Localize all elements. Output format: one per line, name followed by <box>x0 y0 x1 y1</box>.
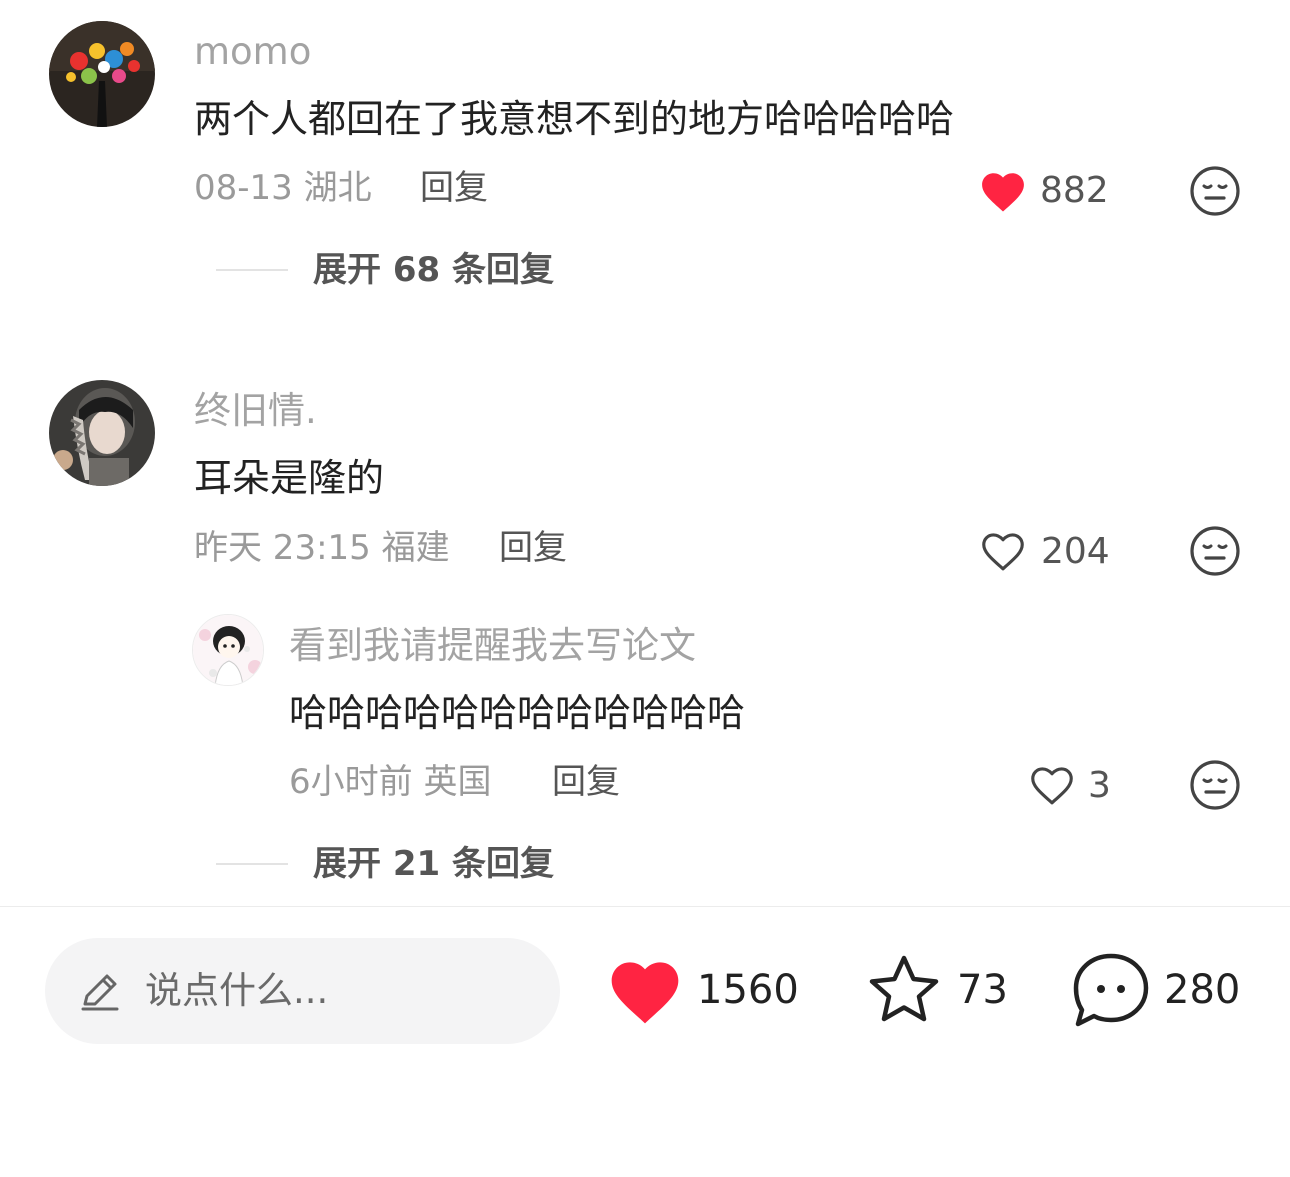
heart-outline-icon[interactable] <box>977 527 1029 573</box>
pencil-icon <box>79 970 121 1016</box>
reply-button[interactable]: 回复 <box>420 171 488 205</box>
comment-bubble-icon[interactable] <box>1070 950 1152 1030</box>
expand-divider-line <box>216 863 288 865</box>
reply-username[interactable]: 看到我请提醒我去写论文 <box>289 627 696 664</box>
expand-divider-line <box>216 269 288 271</box>
star-outline-icon[interactable] <box>864 952 944 1028</box>
bottom-bar-divider <box>0 906 1290 907</box>
flower-bouquet-avatar[interactable] <box>49 21 155 127</box>
post-like-count: 1560 <box>697 967 799 1013</box>
comment-text: 耳朵是隆的 <box>194 456 385 500</box>
reply-button[interactable]: 回复 <box>499 531 567 565</box>
like-button[interactable] <box>605 952 685 1026</box>
post-comment-count: 280 <box>1164 967 1241 1013</box>
dislike-face-icon[interactable] <box>1189 525 1241 577</box>
expand-replies-label: 展开 21 条回复 <box>313 844 554 884</box>
comment-username[interactable]: momo <box>194 33 311 70</box>
like-count: 882 <box>1040 170 1109 211</box>
reply-button[interactable]: 回复 <box>552 765 620 799</box>
expand-replies-button[interactable]: 展开 68 条回复 <box>216 250 616 290</box>
cartoon-girl-avatar[interactable] <box>192 614 264 686</box>
reply-meta: 6小时前 英国 <box>289 762 492 802</box>
expand-replies-button[interactable]: 展开 21 条回复 <box>216 844 616 884</box>
comment-username[interactable]: 终旧情. <box>194 392 317 429</box>
comment-input[interactable]: 说点什么... <box>45 938 560 1044</box>
like-count: 204 <box>1041 531 1110 572</box>
heart-filled-icon[interactable] <box>977 167 1029 213</box>
dislike-face-icon[interactable] <box>1189 759 1241 811</box>
expand-replies-label: 展开 68 条回复 <box>313 250 554 290</box>
comment-meta: 08-13 湖北 <box>194 168 372 208</box>
dislike-face-icon[interactable] <box>1189 165 1241 217</box>
post-favorite-count: 73 <box>957 967 1008 1013</box>
comment-meta: 昨天 23:15 福建 <box>194 528 450 568</box>
heart-outline-icon[interactable] <box>1026 761 1078 807</box>
reply-text: 哈哈哈哈哈哈哈哈哈哈哈哈 <box>289 691 746 735</box>
like-count: 3 <box>1088 765 1111 806</box>
comment-input-placeholder: 说点什么... <box>145 969 329 1012</box>
comment-text: 两个人都回在了我意想不到的地方哈哈哈哈哈 <box>194 97 955 141</box>
girl-photo-avatar[interactable] <box>49 380 155 486</box>
